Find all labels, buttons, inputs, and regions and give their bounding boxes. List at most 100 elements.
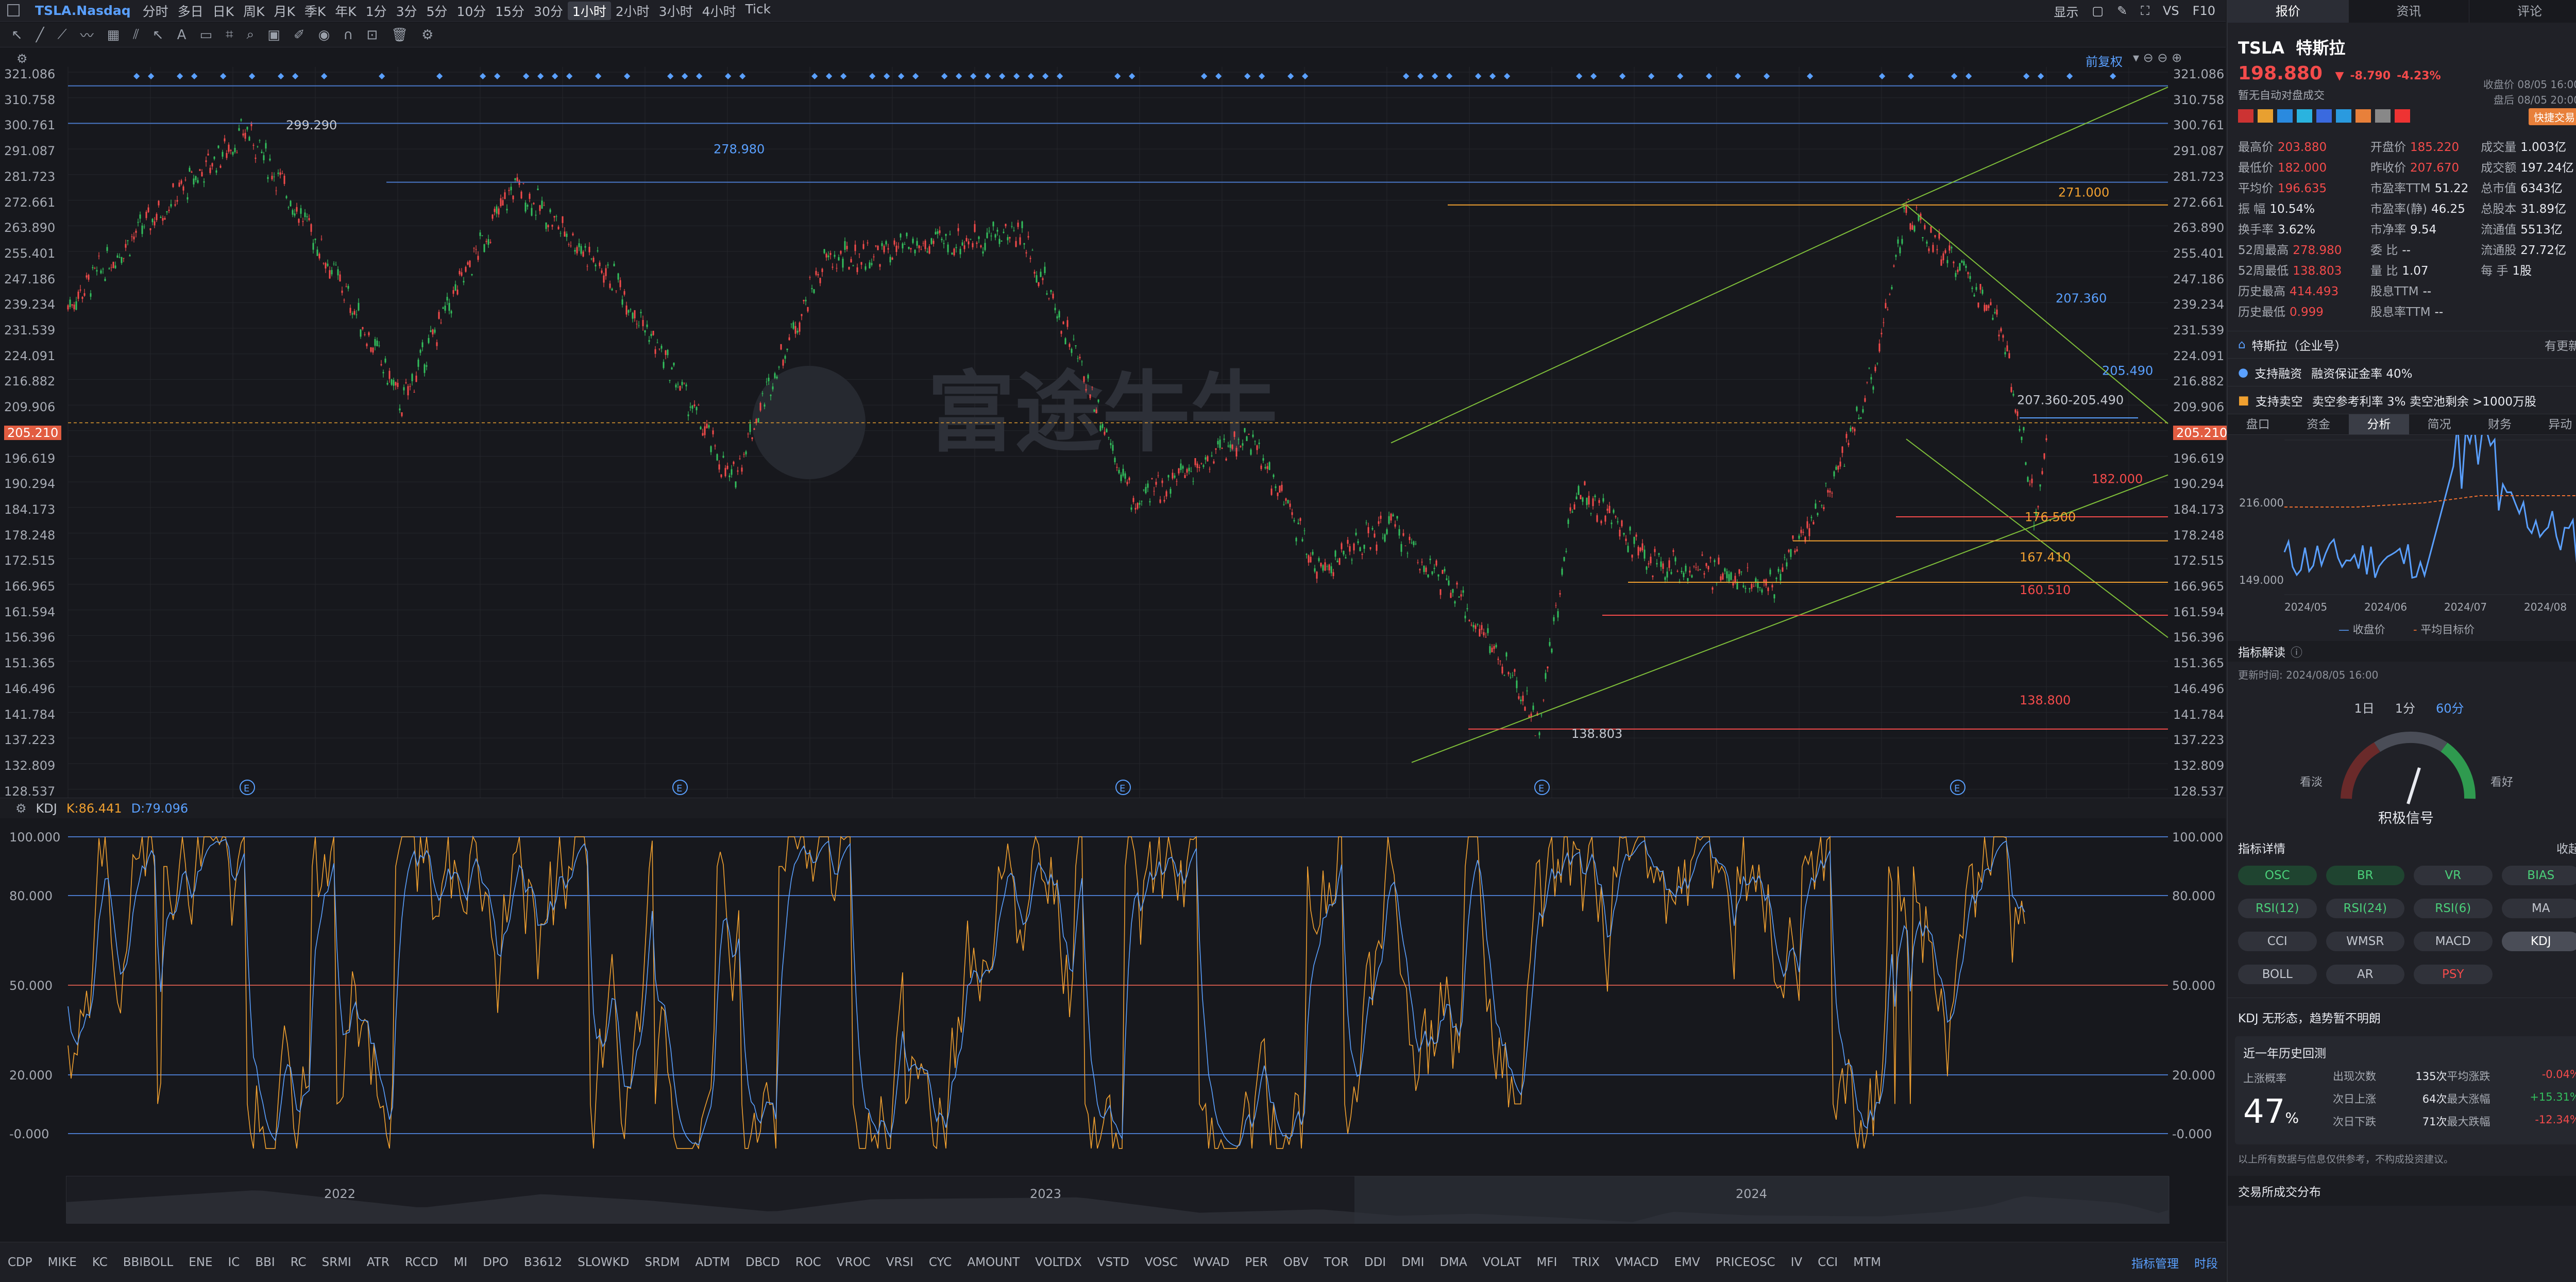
indicator-36[interactable]: VMACD: [1607, 1256, 1667, 1269]
layout-icon[interactable]: ▢: [2092, 4, 2104, 18]
magnet-icon[interactable]: ∩: [343, 27, 353, 43]
indicator-btn-9[interactable]: WMSR: [2326, 932, 2404, 951]
indicator-35[interactable]: TRIX: [1565, 1256, 1607, 1269]
indicator-16[interactable]: ADTM: [688, 1256, 738, 1269]
margin-row[interactable]: ● 支持融资 融资保证金率 40%: [2228, 359, 2576, 386]
image-icon[interactable]: ▣: [267, 27, 280, 43]
indicator-btn-5[interactable]: RSI(24): [2326, 899, 2404, 918]
grid-icon[interactable]: [7, 4, 20, 16]
period-13[interactable]: 1小时: [567, 1, 611, 20]
short-row[interactable]: ■ 支持卖空 卖空参考利率 3% 卖空池剩余 >1000万股: [2228, 386, 2576, 414]
indicator-20[interactable]: VRSI: [878, 1256, 921, 1269]
period-15[interactable]: 3小时: [654, 2, 698, 20]
measure-icon[interactable]: ⌗: [226, 27, 233, 43]
subtab-0[interactable]: 盘口: [2228, 414, 2288, 434]
period-button[interactable]: 时段: [2187, 1254, 2226, 1271]
period-14[interactable]: 2小时: [611, 2, 654, 20]
wave-icon[interactable]: 〰: [80, 25, 94, 44]
badge-store-icon[interactable]: [2355, 109, 2371, 123]
f10-button[interactable]: F10: [2193, 4, 2215, 18]
indicator-10[interactable]: RCCD: [397, 1256, 446, 1269]
period-10[interactable]: 10分: [452, 2, 490, 20]
indicator-btn-14[interactable]: PSY: [2414, 965, 2493, 984]
eye-icon[interactable]: ◉: [318, 27, 330, 43]
tf-1m[interactable]: 1分: [2395, 698, 2415, 716]
fib-icon[interactable]: ▦: [107, 27, 120, 43]
indicator-34[interactable]: MFI: [1529, 1256, 1565, 1269]
subtab-1[interactable]: 资金: [2288, 414, 2348, 434]
indicator-30[interactable]: DDI: [1357, 1256, 1394, 1269]
indicator-33[interactable]: VOLAT: [1475, 1256, 1529, 1269]
badge-s-icon[interactable]: [2316, 109, 2332, 123]
price-chart[interactable]: 富途牛牛 299.290 278.980 271.000 207.360 205.490…: [0, 67, 2226, 799]
indicator-btn-11[interactable]: KDJ: [2501, 932, 2576, 951]
indicator-24[interactable]: VSTD: [1090, 1256, 1137, 1269]
indicator-1[interactable]: MIKE: [40, 1256, 84, 1269]
indicator-31[interactable]: DMI: [1394, 1256, 1432, 1269]
indicator-12[interactable]: DPO: [475, 1256, 516, 1269]
badge-chat-icon[interactable]: [2297, 109, 2312, 123]
indicator-6[interactable]: BBI: [247, 1256, 282, 1269]
channel-icon[interactable]: ⫽: [133, 27, 139, 43]
subtab-2[interactable]: 分析: [2348, 414, 2409, 434]
indicator-25[interactable]: VOSC: [1137, 1256, 1185, 1269]
period-9[interactable]: 5分: [422, 2, 452, 20]
indicator-28[interactable]: OBV: [1276, 1256, 1316, 1269]
period-8[interactable]: 3分: [392, 2, 422, 20]
period-3[interactable]: 周K: [239, 2, 269, 20]
indicator-15[interactable]: SRDM: [637, 1256, 687, 1269]
period-12[interactable]: 30分: [529, 2, 568, 20]
period-5[interactable]: 季K: [300, 2, 330, 20]
ray-icon[interactable]: ⟋: [57, 27, 66, 43]
indicator-btn-12[interactable]: BOLL: [2238, 965, 2317, 984]
indicator-btn-6[interactable]: RSI(6): [2414, 899, 2493, 918]
symbol-label[interactable]: TSLA.Nasdaq: [35, 3, 131, 18]
tab-comments[interactable]: 评论: [2469, 0, 2576, 23]
indicator-14[interactable]: SLOWKD: [570, 1256, 637, 1269]
indicator-19[interactable]: VROC: [829, 1256, 878, 1269]
lock-icon[interactable]: ⊡: [366, 27, 378, 43]
indicator-btn-1[interactable]: BR: [2326, 866, 2404, 885]
indicator-38[interactable]: PRICEOSC: [1708, 1256, 1783, 1269]
indicator-btn-0[interactable]: OSC: [2238, 866, 2317, 885]
kdj-chart[interactable]: 100.000 100.000 80.000 80.000 50.000 50.000 20…: [0, 819, 2226, 1149]
indicator-18[interactable]: ROC: [788, 1256, 829, 1269]
subtab-4[interactable]: 财务: [2469, 414, 2530, 434]
quick-trade-button[interactable]: 快捷交易: [2529, 108, 2576, 125]
cursor-icon[interactable]: ↖: [11, 27, 23, 43]
period-7[interactable]: 1分: [361, 2, 392, 20]
settings-icon[interactable]: ⚙: [421, 27, 433, 43]
indicator-manage[interactable]: 指标管理: [2124, 1254, 2187, 1271]
indicator-21[interactable]: CYC: [921, 1256, 960, 1269]
indicator-40[interactable]: CCI: [1810, 1256, 1845, 1269]
indicator-8[interactable]: SRMI: [314, 1256, 359, 1269]
badge-heart-icon[interactable]: [2395, 109, 2410, 123]
indicator-0[interactable]: CDP: [0, 1256, 40, 1269]
line-icon[interactable]: ╱: [36, 27, 44, 43]
chart-controls[interactable]: ▾ ⊖ ⊖ ⊕: [2133, 50, 2182, 65]
indicator-26[interactable]: WVAD: [1185, 1256, 1237, 1269]
period-11[interactable]: 15分: [490, 2, 529, 20]
indicator-39[interactable]: IV: [1783, 1256, 1810, 1269]
indicator-3[interactable]: BBIBOLL: [115, 1256, 181, 1269]
tf-60m[interactable]: 60分: [2436, 698, 2464, 716]
period-17[interactable]: Tick: [740, 2, 775, 20]
tab-news[interactable]: 资讯: [2349, 0, 2470, 23]
brush-icon[interactable]: ✐: [294, 27, 305, 43]
indicator-11[interactable]: MI: [446, 1256, 475, 1269]
trade-dist[interactable]: 交易所成交分布: [2228, 1176, 2576, 1206]
zoom-icon[interactable]: ⌕: [247, 27, 255, 43]
period-6[interactable]: 年K: [330, 2, 361, 20]
shape-icon[interactable]: ▭: [199, 27, 212, 43]
info-icon[interactable]: ⓘ: [2291, 643, 2302, 660]
indicator-41[interactable]: MTM: [1845, 1256, 1889, 1269]
indicator-btn-2[interactable]: VR: [2414, 866, 2493, 885]
fullscreen-icon[interactable]: ⛶: [2141, 4, 2149, 18]
kdj-name[interactable]: KDJ: [36, 801, 57, 816]
indicator-btn-7[interactable]: MA: [2501, 899, 2576, 918]
subtab-3[interactable]: 简况: [2409, 414, 2469, 434]
kdj-settings-icon[interactable]: ⚙: [15, 801, 27, 816]
arrow-icon[interactable]: ↖: [152, 27, 164, 43]
indicator-29[interactable]: TOR: [1316, 1256, 1357, 1269]
indicator-4[interactable]: ENE: [181, 1256, 220, 1269]
